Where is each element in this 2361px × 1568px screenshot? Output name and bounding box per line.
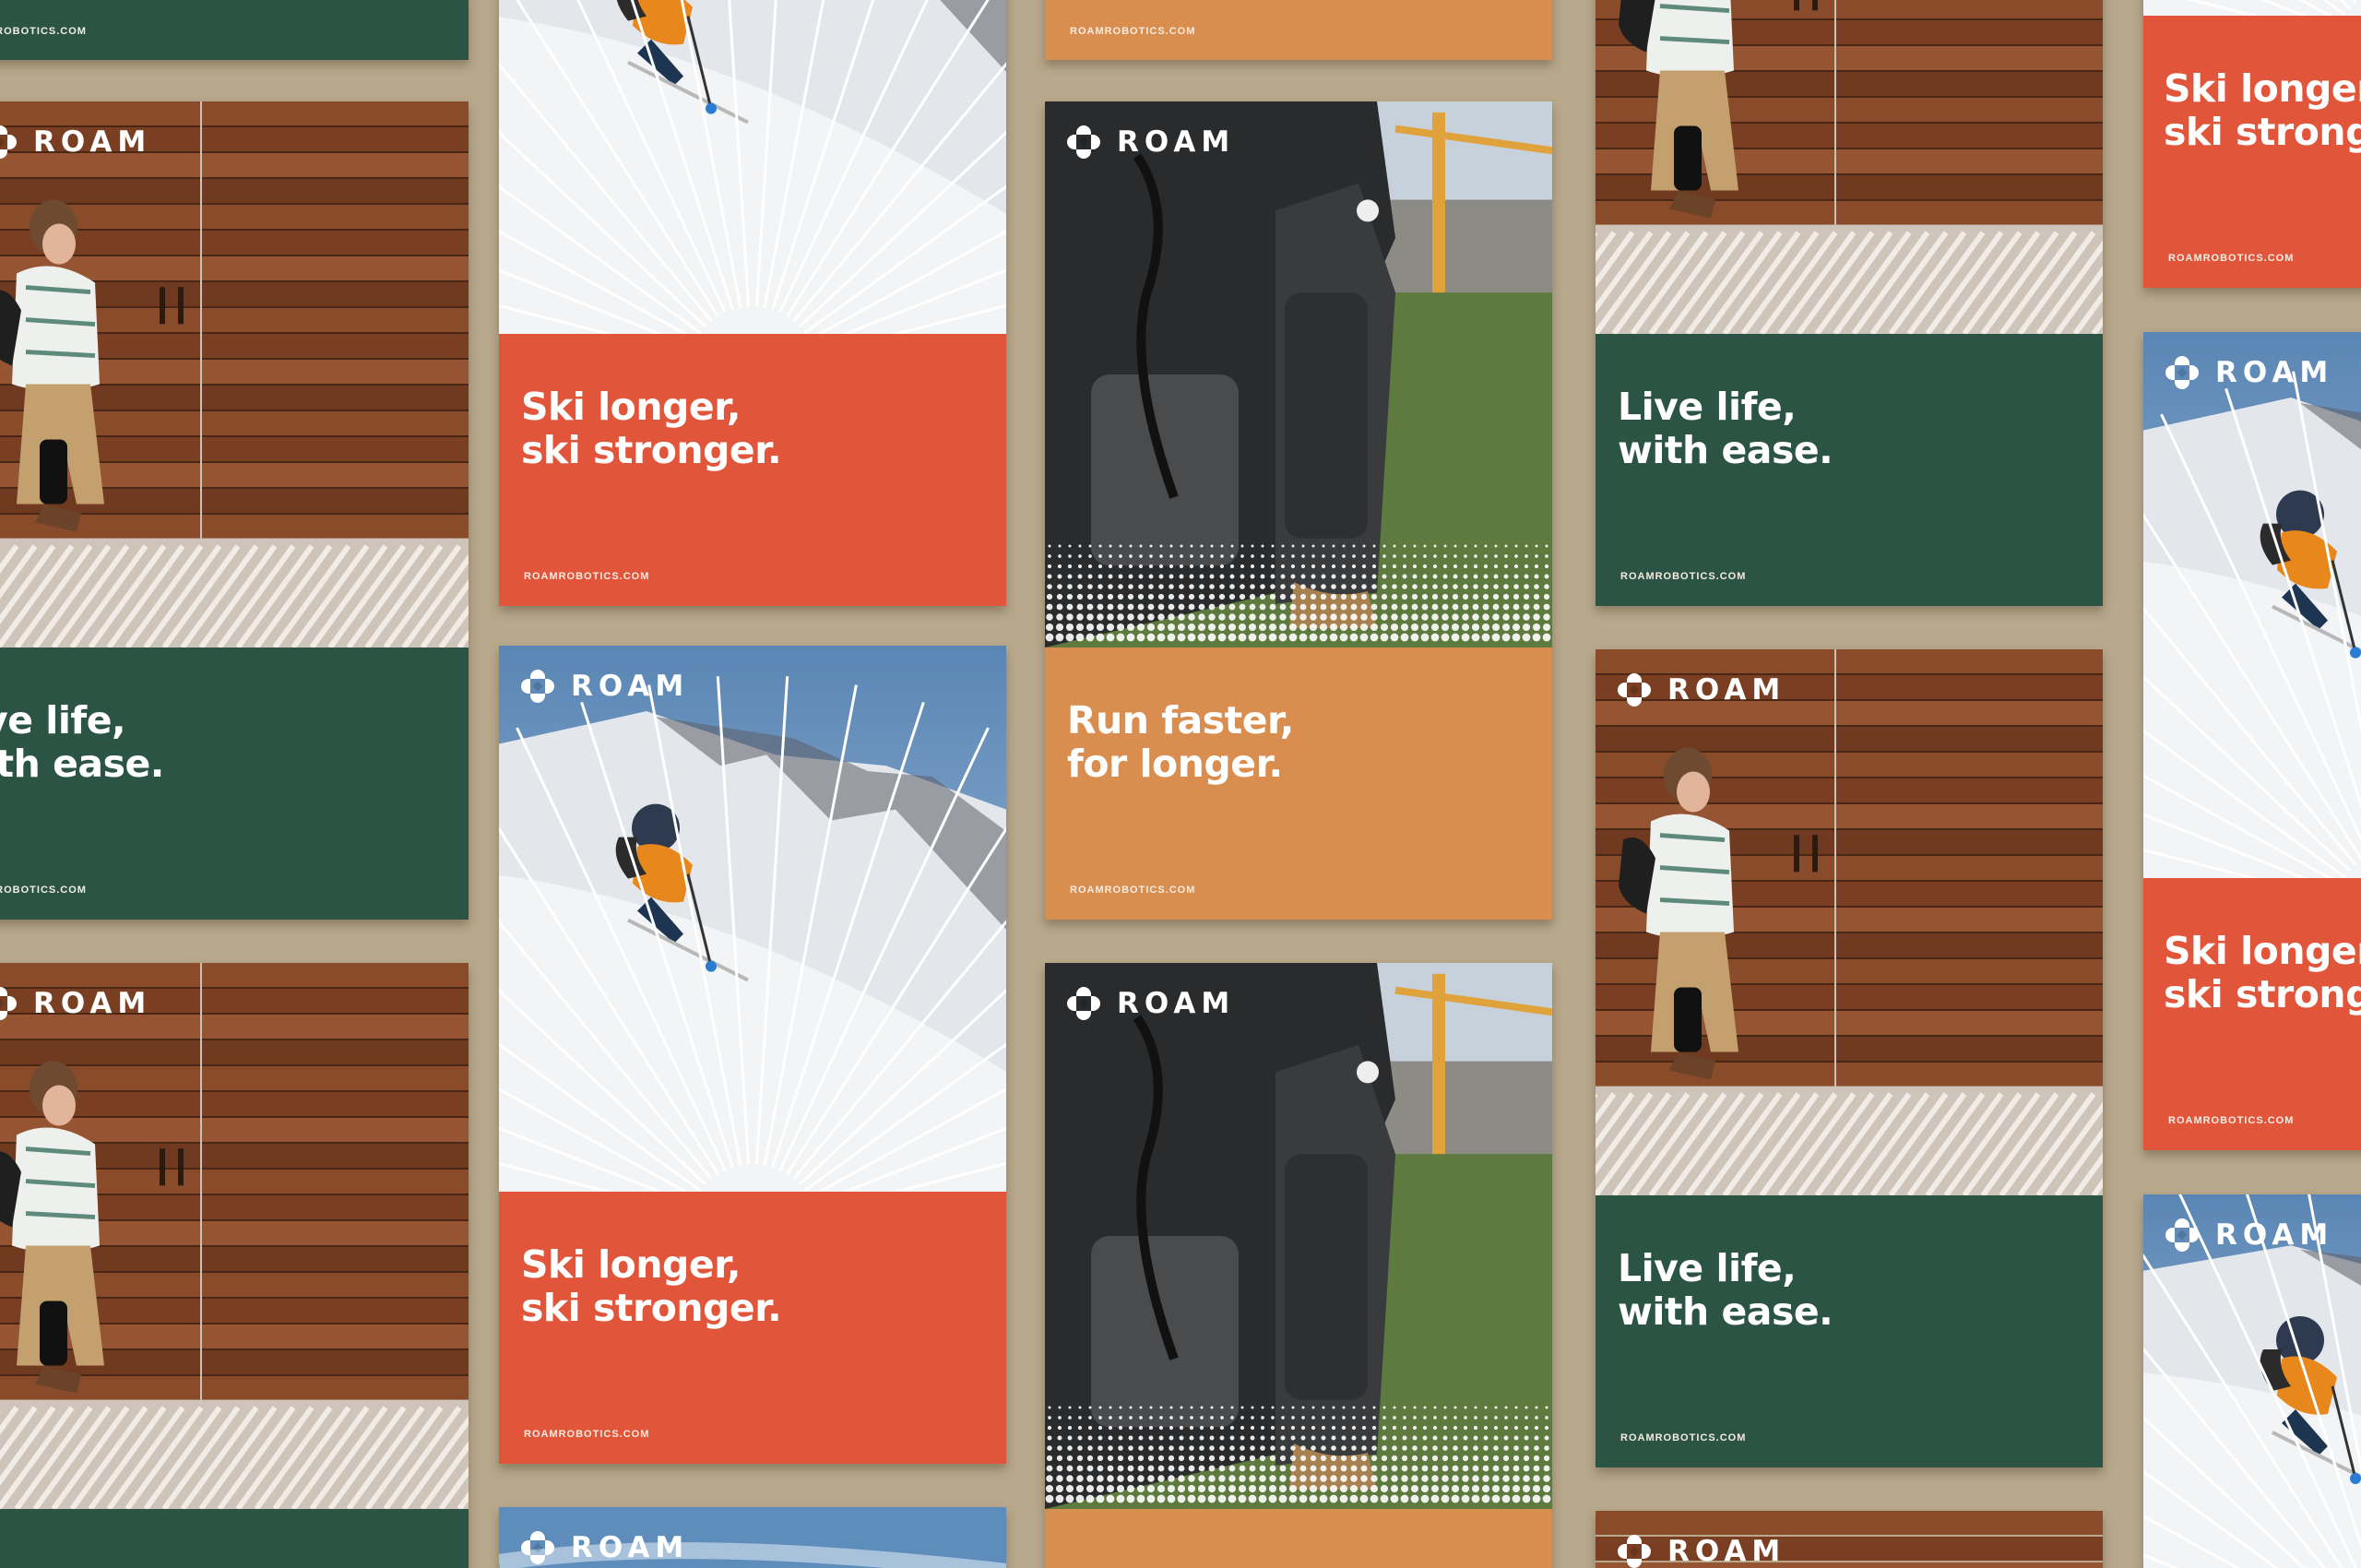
logo-text: ROAM (1117, 987, 1236, 1020)
headline: Live life, with ease. (1618, 386, 2079, 472)
roam-logo-icon (2165, 1218, 2199, 1252)
walking-photo (0, 101, 469, 647)
roam-logo-icon (1067, 987, 1100, 1020)
walking-photo (0, 963, 469, 1509)
poster-url: ROAMROBOTICS.COM (2168, 1115, 2295, 1126)
logo-text: ROAM (33, 987, 152, 1020)
poster-url: ROAMROBOTICS.COM (524, 571, 650, 582)
poster-url: MROBOTICS.COM (0, 26, 87, 37)
headline: Ski longer, ski stronge (2164, 930, 2361, 1016)
walking-photo (1596, 649, 2103, 1195)
roam-logo-icon (521, 1531, 554, 1564)
headline-line-1: Live life, (1618, 385, 1797, 429)
logo-text: ROAM (571, 1531, 690, 1564)
ski-photo (2143, 0, 2361, 16)
brand-logo: ROAM (0, 985, 151, 1022)
logo-text: ROAM (2215, 356, 2334, 389)
headline: ve life, ith ease. (0, 699, 445, 786)
headline-line-1: Ski longer, (2164, 929, 2361, 973)
headline-line-2: ski stronge (2164, 972, 2361, 1016)
poster-live-life-top: Live life, with ease. ROAMROBOTICS.COM (1596, 0, 2103, 606)
headline-line-1: Ski longer, (521, 385, 741, 429)
poster-url: ROAMROBOTICS.COM (524, 1429, 650, 1440)
walking-photo (1596, 0, 2103, 334)
headline-line-2: ski stronger. (521, 1286, 782, 1330)
poster-live-life-2: ROAM (0, 963, 469, 1568)
poster-url: ROAMROBOTICS.COM (1070, 26, 1196, 37)
poster-ski-cropped-top: Ski longer, ski stronge ROAMROBOTICS.COM (2143, 0, 2361, 288)
roam-logo-icon (521, 670, 554, 703)
poster-url: ROAMROBOTICS.COM (2168, 253, 2295, 264)
headline-line-1: Ski longer, (521, 1242, 741, 1287)
headline-line-2: ith ease. (0, 742, 164, 786)
logo-text: ROAM (1667, 673, 1786, 707)
ski-photo (499, 646, 1006, 1192)
headline-line-2: with ease. (1618, 428, 1833, 472)
logo-text: ROAM (2215, 1218, 2334, 1252)
exoskeleton-photo (1045, 963, 1552, 1509)
poster-live-life-mid: ROAM Live life, with ease. ROAMROBOTICS.… (1596, 649, 2103, 1467)
poster-ski-cropped-bottom: ROAM (2143, 1194, 2361, 1568)
poster-url: ROAMROBOTICS.COM (1070, 885, 1196, 896)
ski-photo (2143, 332, 2361, 878)
poster-run-faster: ROAM Run faster, for longer. ROAMROBOTIC… (1045, 101, 1552, 920)
exoskeleton-photo (1045, 101, 1552, 647)
brand-logo: ROAM (519, 668, 689, 705)
roam-logo-icon (2165, 356, 2199, 389)
poster-live-life-bottom: ROAM (1596, 1511, 2103, 1568)
headline-line-1: Ski longer, (2164, 66, 2361, 111)
poster-url: ROAMROBOTICS.COM (1620, 1432, 1747, 1443)
roam-logo-icon (0, 987, 17, 1020)
headline: Run faster, for longer. (1067, 699, 1528, 786)
headline: Live life, with ease. (1618, 1247, 2079, 1334)
headline-line-2: ski stronger. (521, 428, 782, 472)
poster-ski-cropped-mid: ROAM Ski longer, ski stronge ROAMROBOTIC… (2143, 332, 2361, 1150)
roam-logo-icon (1067, 125, 1100, 159)
roam-logo-icon (1618, 1535, 1651, 1568)
brand-logo: ROAM (519, 1529, 689, 1566)
poster-ski-longer: Ski longer, ski stronger. ROAMROBOTICS.C… (499, 0, 1006, 606)
brand-logo: ROAM (1065, 985, 1235, 1022)
brand-logo: ROAM (1616, 671, 1786, 708)
headline-line-1: ve life, (0, 698, 126, 742)
logo-text: ROAM (1117, 125, 1236, 159)
logo-text: ROAM (571, 670, 690, 703)
poster-ski-longer-3: ROAM (499, 1507, 1006, 1568)
headline-line-1: Run faster, (1067, 698, 1294, 742)
ski-photo (499, 0, 1006, 334)
roam-logo-icon (0, 125, 17, 159)
headline: Ski longer, ski stronge (2164, 67, 2361, 154)
poster-live-life: ROAM ve life, ith ease. MROBOTICS.COM (0, 101, 469, 920)
headline-line-2: ski stronge (2164, 110, 2361, 154)
poster-run-faster-2: ROAM (1045, 963, 1552, 1568)
poster-ski-longer-2: ROAM Ski longer, ski stronger. ROAMROBOT… (499, 646, 1006, 1464)
brand-logo: ROAM (2164, 1217, 2333, 1253)
poster-url: MROBOTICS.COM (0, 885, 87, 896)
headline-line-2: with ease. (1618, 1289, 1833, 1334)
headline: Ski longer, ski stronger. (521, 1243, 982, 1330)
brand-logo: ROAM (1616, 1533, 1786, 1568)
roam-logo-icon (1618, 673, 1651, 707)
poster-url: ROAMROBOTICS.COM (1620, 571, 1747, 582)
brand-logo: ROAM (2164, 354, 2333, 391)
logo-text: ROAM (33, 125, 152, 159)
logo-text: ROAM (1667, 1535, 1786, 1568)
headline: Ski longer, ski stronger. (521, 386, 982, 472)
poster-tan-tail: ROAMROBOTICS.COM (1045, 0, 1552, 60)
poster-green-tail-col1: MROBOTICS.COM (0, 0, 469, 60)
brand-logo: ROAM (0, 124, 151, 160)
poster-grid: MROBOTICS.COM ROAM ve life, (0, 0, 2361, 1568)
brand-logo: ROAM (1065, 124, 1235, 160)
headline-line-1: Live life, (1618, 1246, 1797, 1290)
headline-line-2: for longer. (1067, 742, 1283, 786)
